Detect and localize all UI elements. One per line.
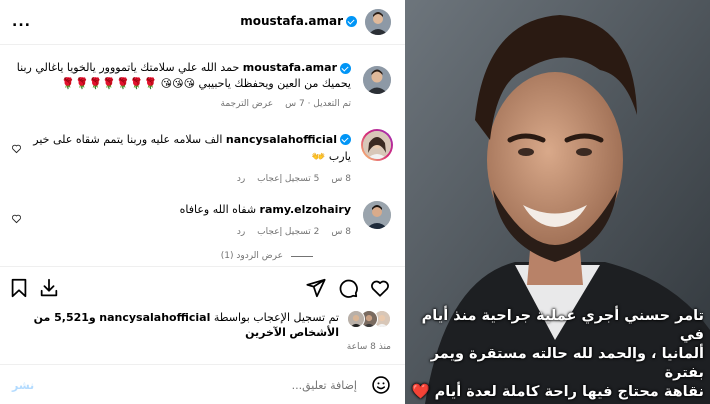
heart-icon[interactable] <box>11 139 22 154</box>
caption-meta: تم التعديل · 7 س عرض الترجمة <box>11 96 351 112</box>
comment-time: 8 س <box>331 227 351 237</box>
overlay-line-1: تامر حسني أجري عملية جراحية منذ أيام في <box>421 308 704 343</box>
comment-meta: 8 س 5 تسجيل إعجاب رد <box>11 171 351 188</box>
comment-likes[interactable]: 2 تسجيل إعجاب <box>257 224 319 241</box>
caption: moustafa.amar حمد الله علي سلامتك ياتموو… <box>11 60 391 112</box>
caption-text-2: يحميك من العين ويحفظك ياحبيبي 😘😘😘 🌹🌹🌹🌹🌹🌹… <box>61 77 351 90</box>
view-replies-button[interactable]: عرض الردود (1) <box>221 251 313 261</box>
comment-item: nancysalahofficial الف سلامه عليه وربنا … <box>11 129 393 188</box>
caption-text-1: حمد الله علي سلامتك ياتمووور يالخويا ياغ… <box>16 61 240 74</box>
replies-line <box>291 255 313 257</box>
divider <box>0 266 405 267</box>
caption-username-text[interactable]: moustafa.amar <box>243 60 337 76</box>
post-header: moustafa.amar ... <box>0 0 405 45</box>
view-replies-text[interactable]: عرض الردود (1) <box>221 251 283 261</box>
emoji-icon[interactable] <box>371 375 391 395</box>
likes-user-link[interactable]: nancysalahofficial <box>99 311 210 324</box>
overlay-line-2: ألمانيا ، والحمد لله حالته مستقرة ويمر ب… <box>430 346 704 381</box>
heart-icon[interactable] <box>369 277 391 299</box>
reply-button[interactable]: رد <box>237 171 245 188</box>
post-time: منذ 8 ساعة <box>346 342 391 352</box>
caption-edited: تم التعديل · 7 س <box>285 99 351 109</box>
comment-username-text[interactable]: ramy.elzohairy <box>260 201 351 218</box>
post-comment-button[interactable]: نشر <box>12 379 34 392</box>
verified-badge-icon <box>340 134 351 145</box>
comment-icon[interactable] <box>337 277 359 299</box>
likes-others-link-2[interactable]: الآخرين <box>245 326 286 339</box>
comment-meta: 8 س 2 تسجيل إعجاب رد <box>11 224 351 241</box>
author-username[interactable]: moustafa.amar <box>240 14 357 28</box>
story-ring[interactable] <box>361 129 393 161</box>
comment-text-1: الف سلامه عليه وربنا يتمم شقاه على خير <box>33 133 223 146</box>
overlay-line-3: نقاهة محتاج فيها راحة كاملة لعدة أيام ❤️ <box>411 384 704 400</box>
comment-likes[interactable]: 5 تسجيل إعجاب <box>257 171 319 188</box>
likes-summary: تم تسجيل الإعجاب بواسطة nancysalahoffici… <box>11 310 391 340</box>
comment-body: ramy.elzohairy شفاه الله وعافاه 8 س 2 تس… <box>11 201 351 241</box>
author-avatar[interactable] <box>365 9 391 35</box>
post-details-panel: moustafa.amar ... moustafa.amar حمد الله… <box>0 0 405 404</box>
commenter-avatar[interactable] <box>363 131 391 159</box>
download-icon[interactable] <box>38 277 60 299</box>
liker-avatar[interactable] <box>347 310 365 328</box>
caption-username[interactable]: moustafa.amar <box>243 60 351 76</box>
more-icon[interactable]: ... <box>12 14 31 30</box>
author-username-text[interactable]: moustafa.amar <box>240 14 343 28</box>
heart-icon[interactable] <box>11 209 22 224</box>
comment-item: ramy.elzohairy شفاه الله وعافاه 8 س 2 تس… <box>11 201 391 241</box>
caption-avatar[interactable] <box>363 66 391 94</box>
comment-text-1: شفاه الله وعافاه <box>179 203 257 216</box>
caption-body: moustafa.amar حمد الله علي سلامتك ياتموو… <box>11 60 351 112</box>
verified-badge-icon <box>340 62 351 74</box>
comment-input[interactable]: إضافة تعليق... <box>292 379 357 392</box>
post-image[interactable]: تامر حسني أجري عملية جراحية منذ أيام في … <box>405 0 710 404</box>
verified-badge-icon <box>346 15 357 27</box>
divider <box>0 364 405 365</box>
commenter-avatar[interactable] <box>363 201 391 229</box>
comment-username[interactable]: nancysalahofficial <box>226 131 351 148</box>
action-bar <box>0 277 405 301</box>
comment-username[interactable]: ramy.elzohairy <box>260 201 351 218</box>
bookmark-icon[interactable] <box>8 277 30 299</box>
photo-caption-overlay: تامر حسني أجري عملية جراحية منذ أيام في … <box>405 307 710 404</box>
likes-prefix: تم تسجيل الإعجاب بواسطة <box>213 311 339 324</box>
liker-avatars <box>345 310 391 328</box>
likes-text: تم تسجيل الإعجاب بواسطة nancysalahoffici… <box>11 310 339 340</box>
reply-button[interactable]: رد <box>237 224 245 241</box>
share-icon[interactable] <box>305 277 327 299</box>
see-translation-link[interactable]: عرض الترجمة <box>221 96 274 112</box>
comment-body: nancysalahofficial الف سلامه عليه وربنا … <box>11 131 351 188</box>
comment-text-2: يارب 👐 <box>311 150 351 163</box>
comment-time: 8 س <box>331 174 351 184</box>
comment-username-text[interactable]: nancysalahofficial <box>226 131 337 148</box>
